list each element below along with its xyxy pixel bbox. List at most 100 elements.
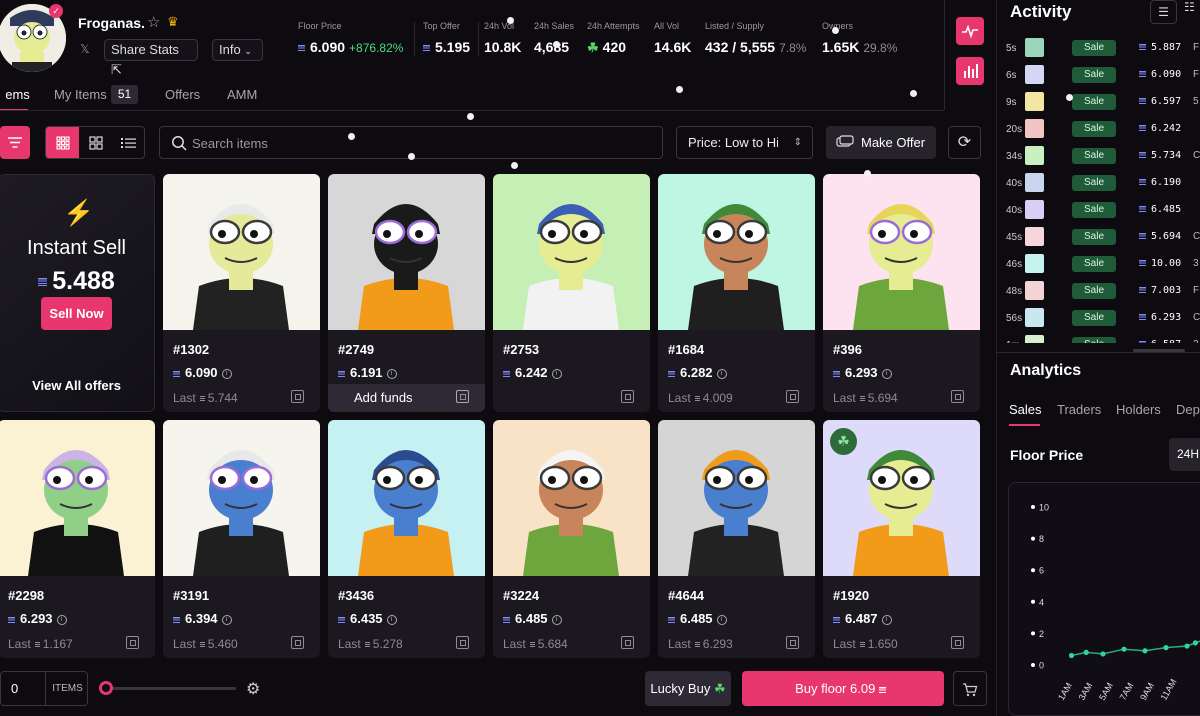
quick-view-icon[interactable] — [621, 636, 634, 649]
analytics-title: Analytics — [1010, 362, 1082, 379]
last-label: Last — [173, 391, 196, 405]
buy-floor-button[interactable]: Buy floor 6.09 — [742, 671, 944, 706]
item-card[interactable]: #3191 6.394 i Last 5.460 — [163, 420, 320, 658]
activity-row[interactable]: 56s Sale 6.293 C — [1000, 305, 1200, 332]
item-card[interactable]: #3224 6.485 i Last 5.684 — [493, 420, 650, 658]
favorite-star-icon[interactable]: ☆ — [147, 13, 160, 31]
activity-row[interactable]: 46s Sale 10.00 3 — [1000, 251, 1200, 278]
activity-row[interactable]: 20s Sale 6.242 — [1000, 116, 1200, 143]
item-image[interactable] — [658, 420, 815, 576]
item-price-value: 6.485 — [515, 611, 548, 626]
period-select[interactable]: 24H — [1169, 438, 1200, 471]
stat-label: 24h Attempts — [587, 21, 640, 31]
activity-time: 40s — [1006, 178, 1023, 189]
item-card[interactable]: ☘ #1920 6.487 i Last 1.650 — [823, 420, 980, 658]
activity-row[interactable]: 40s Sale 6.190 — [1000, 170, 1200, 197]
item-card[interactable]: #3436 6.435 i Last 5.278 — [328, 420, 485, 658]
item-card[interactable]: #2298 6.293 i Last 1.167 — [0, 420, 155, 658]
tab-my-items[interactable]: My Items — [54, 87, 107, 102]
gear-icon[interactable]: ⚙ — [246, 679, 260, 699]
info-dropdown[interactable]: Info ⌄ — [212, 39, 263, 61]
info-icon[interactable]: i — [881, 614, 892, 625]
list-view-button[interactable] — [112, 127, 145, 158]
analytics-tab-sales[interactable]: Sales — [1009, 402, 1042, 417]
item-image[interactable] — [658, 174, 815, 330]
activity-row[interactable]: 1m Sale 6.587 2 — [1000, 332, 1200, 343]
bar-chart-icon — [964, 64, 978, 78]
item-image[interactable] — [823, 174, 980, 330]
activity-settings-button[interactable]: ☰ — [1150, 0, 1177, 24]
info-icon[interactable]: i — [56, 614, 67, 625]
info-icon[interactable]: i — [551, 368, 562, 379]
x-social-icon[interactable]: 𝕏 — [80, 42, 90, 56]
analytics-tab-depth[interactable]: Depth — [1176, 402, 1200, 417]
item-image[interactable] — [328, 420, 485, 576]
item-image[interactable] — [493, 174, 650, 330]
quick-view-icon[interactable] — [621, 390, 634, 403]
activity-type-badge: Sale — [1072, 40, 1116, 56]
activity-row[interactable]: 34s Sale 5.734 C — [1000, 143, 1200, 170]
info-icon[interactable]: i — [716, 614, 727, 625]
filter-button[interactable] — [0, 126, 30, 159]
quick-view-icon[interactable] — [786, 390, 799, 403]
activity-row[interactable]: 45s Sale 5.694 C — [1000, 224, 1200, 251]
item-card[interactable]: #396 6.293 i Last 5.694 — [823, 174, 980, 412]
sweep-count-input[interactable]: 0 ITEMS — [0, 671, 88, 706]
item-image[interactable] — [163, 174, 320, 330]
share-stats-button[interactable]: Share Stats ⇱ — [104, 39, 198, 77]
quick-view-icon[interactable] — [291, 390, 304, 403]
item-card[interactable]: #1302 6.090 i Last 5.744 — [163, 174, 320, 412]
activity-row[interactable]: 6s Sale 6.090 F — [1000, 62, 1200, 89]
sell-now-button[interactable]: Sell Now — [41, 297, 112, 330]
item-card[interactable]: #1684 6.282 i Last 4.009 — [658, 174, 815, 412]
lucky-buy-button[interactable]: Lucky Buy ☘ — [645, 671, 731, 706]
quick-view-icon[interactable] — [456, 636, 469, 649]
cart-button[interactable] — [953, 671, 987, 706]
tab-items[interactable]: Items — [6, 87, 30, 102]
make-offer-button[interactable]: Make Offer — [826, 126, 936, 159]
activity-row[interactable]: 40s Sale 6.485 — [1000, 197, 1200, 224]
analytics-tab-holders[interactable]: Holders — [1116, 402, 1161, 417]
info-icon[interactable]: i — [221, 368, 232, 379]
refresh-button[interactable]: ⟳ — [948, 126, 981, 159]
activity-row[interactable]: 5s Sale 5.887 F — [1000, 35, 1200, 62]
item-image[interactable] — [0, 420, 155, 576]
activity-toggle-button[interactable] — [956, 17, 984, 45]
info-icon[interactable]: i — [386, 614, 397, 625]
sweep-slider-track[interactable] — [104, 687, 236, 690]
tab-amm[interactable]: AMM — [227, 87, 257, 102]
sweep-slider-handle[interactable] — [99, 681, 113, 695]
info-icon[interactable]: i — [221, 614, 232, 625]
activity-row[interactable]: 48s Sale 7.003 F — [1000, 278, 1200, 305]
activity-row[interactable]: 9s Sale 6.597 5 — [1000, 89, 1200, 116]
info-icon[interactable]: i — [716, 368, 727, 379]
info-icon[interactable]: i — [881, 368, 892, 379]
quick-view-icon[interactable] — [126, 636, 139, 649]
quick-view-icon[interactable] — [951, 390, 964, 403]
item-image[interactable] — [493, 420, 650, 576]
info-icon[interactable]: i — [386, 368, 397, 379]
view-all-offers-link[interactable]: View All offers — [0, 378, 154, 393]
grid-dense-view-button[interactable] — [46, 127, 79, 158]
quick-view-icon[interactable] — [951, 636, 964, 649]
sort-select[interactable]: Price: Low to High ⇕ — [676, 126, 813, 159]
analytics-tab-traders[interactable]: Traders — [1057, 402, 1101, 417]
quick-view-icon[interactable] — [456, 390, 469, 403]
item-card[interactable]: #2749 6.191 i Add funds — [328, 174, 485, 412]
item-image[interactable] — [328, 174, 485, 330]
item-image[interactable] — [163, 420, 320, 576]
analytics-toggle-button[interactable] — [956, 57, 984, 85]
item-card[interactable]: #2753 6.242 i — [493, 174, 650, 412]
pulse-icon — [962, 24, 978, 39]
sweep-count-value[interactable]: 0 — [11, 681, 18, 696]
activity-list-button[interactable]: ☷ — [1184, 0, 1200, 24]
search-input[interactable] — [192, 134, 632, 152]
item-card[interactable]: #4644 6.485 i Last 6.293 — [658, 420, 815, 658]
quick-view-icon[interactable] — [786, 636, 799, 649]
activity-type-badge: Sale — [1072, 283, 1116, 299]
last-label: Last — [668, 637, 691, 651]
grid-view-button[interactable] — [79, 127, 112, 158]
quick-view-icon[interactable] — [291, 636, 304, 649]
info-icon[interactable]: i — [551, 614, 562, 625]
tab-offers[interactable]: Offers — [165, 87, 200, 102]
